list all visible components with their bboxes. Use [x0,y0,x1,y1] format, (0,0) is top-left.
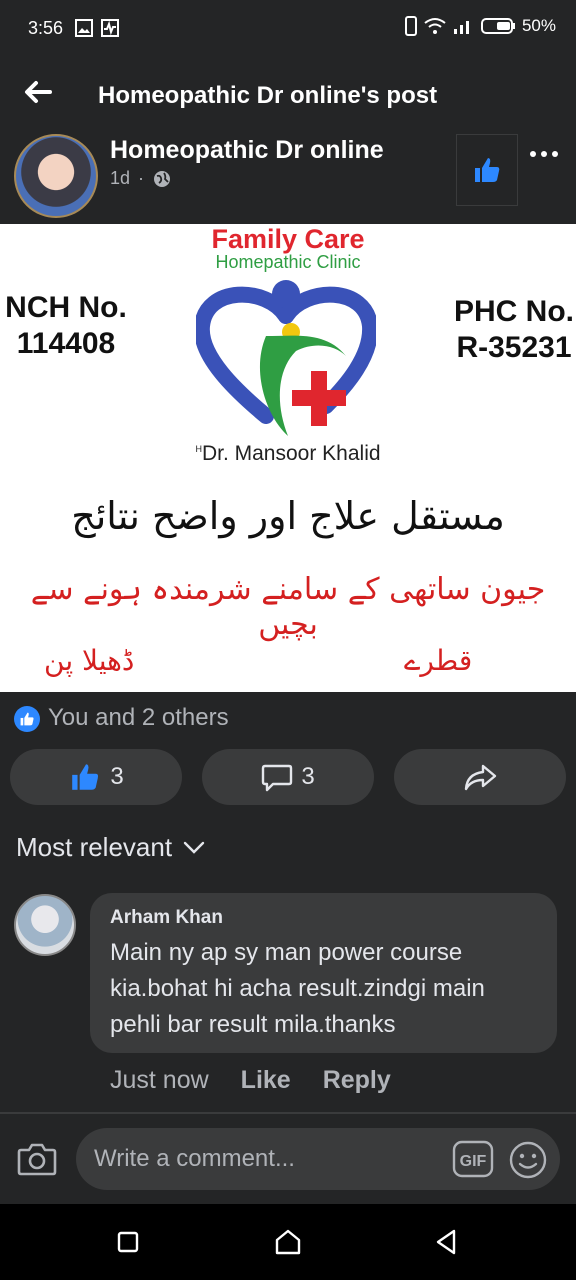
battery-level: 50% [521,16,556,35]
banner-doctor: HDr. Mansoor Khalid [0,442,576,466]
comment-sort-dropdown[interactable]: Most relevant [16,832,206,863]
battery-icon [480,18,515,34]
reactions-text: You and 2 others [48,704,229,731]
notification-icons [74,18,120,38]
home-icon[interactable] [272,1226,304,1258]
banner-right-label: PHC No. R-35231 [444,294,576,366]
gallery-icon [75,19,93,37]
back-triangle-icon[interactable] [430,1226,462,1258]
comment-composer: GIF [0,1114,576,1204]
system-icons: 50% [404,16,556,36]
commenter-avatar[interactable] [14,894,76,956]
back-arrow-icon[interactable] [20,74,56,110]
comment-actions: Just now Like Reply [110,1066,391,1095]
banner-left-label: NCH No. 114408 [0,290,136,362]
dot-icon [530,151,536,157]
share-button[interactable] [394,749,566,805]
phone-icon [404,16,417,36]
top-bar: Homeopathic Dr online's post [0,58,576,128]
banner-urdu-line1: مستقل علاج اور واضح نتائج [71,494,505,538]
like-reaction-icon [14,706,40,732]
share-arrow-icon [464,764,497,791]
post-header: Homeopathic Dr online 1d · [0,128,576,224]
recent-apps-icon[interactable] [112,1226,144,1258]
banner-urdu-right: قطرے [404,644,473,677]
emoji-icon[interactable] [508,1140,548,1180]
banner-urdu-line2: جیون ساتھی کے سامنے شرمندہ ہونے سے بچیں [30,572,546,642]
post-meta: 1d · [110,168,172,189]
status-bar: 3:56 50% [0,0,576,58]
page-avatar[interactable] [14,134,98,218]
system-nav-bar [0,1204,576,1280]
like-count: 3 [110,763,124,790]
banner-subheading: Homepathic Clinic [215,252,361,272]
comment-reply-button[interactable]: Reply [323,1066,391,1095]
wifi-icon [424,18,446,34]
banner-heading: Family Care [211,224,365,254]
doctor-name: Dr. Mansoor Khalid [201,442,381,465]
comment-button[interactable]: 3 [202,749,374,805]
thumbs-up-icon [475,158,500,182]
dot-icon [552,151,558,157]
comment-bubble[interactable]: Arham Khan Main ny ap sy man power cours… [90,893,557,1053]
status-time: 3:56 [28,18,64,38]
gif-icon[interactable]: GIF [452,1140,494,1178]
globe-icon [154,170,171,187]
post-image[interactable]: Family Care Homepathic Clinic NCH No. 11… [0,224,576,692]
right-label-line2: R-35231 [456,331,572,364]
right-label-line1: PHC No. [454,295,574,328]
chevron-down-icon [183,841,205,854]
comment-author[interactable]: Arham Khan [110,907,537,929]
comment-time: Just now [110,1066,209,1094]
camera-icon[interactable] [16,1138,58,1180]
page-title: Homeopathic Dr online's post [98,82,438,109]
more-options-button[interactable] [524,142,564,166]
comment-text: Main ny ap sy man power course kia.bohat… [110,939,485,1038]
left-label-line1: NCH No. [5,291,127,324]
dot-icon [541,151,547,157]
post-age[interactable]: 1d [110,168,130,189]
like-page-button[interactable] [456,134,518,206]
like-button[interactable]: 3 [10,749,182,805]
comment-count: 3 [301,763,315,790]
comment-bubble-icon [262,764,293,792]
meta-separator: · [138,168,145,188]
page-name-link[interactable]: Homeopathic Dr online [110,136,384,165]
activity-icon [101,19,119,37]
banner-urdu-left: ڈھیلا پن [44,644,135,677]
signal-icon [453,21,469,34]
svg-text:GIF: GIF [460,1153,487,1170]
left-label-line2: 114408 [16,327,116,360]
thumbs-up-icon [72,764,99,790]
reactions-summary[interactable]: You and 2 others [0,692,576,744]
clinic-logo-icon [196,280,376,436]
sort-label: Most relevant [16,832,173,862]
comment-like-button[interactable]: Like [241,1066,291,1095]
